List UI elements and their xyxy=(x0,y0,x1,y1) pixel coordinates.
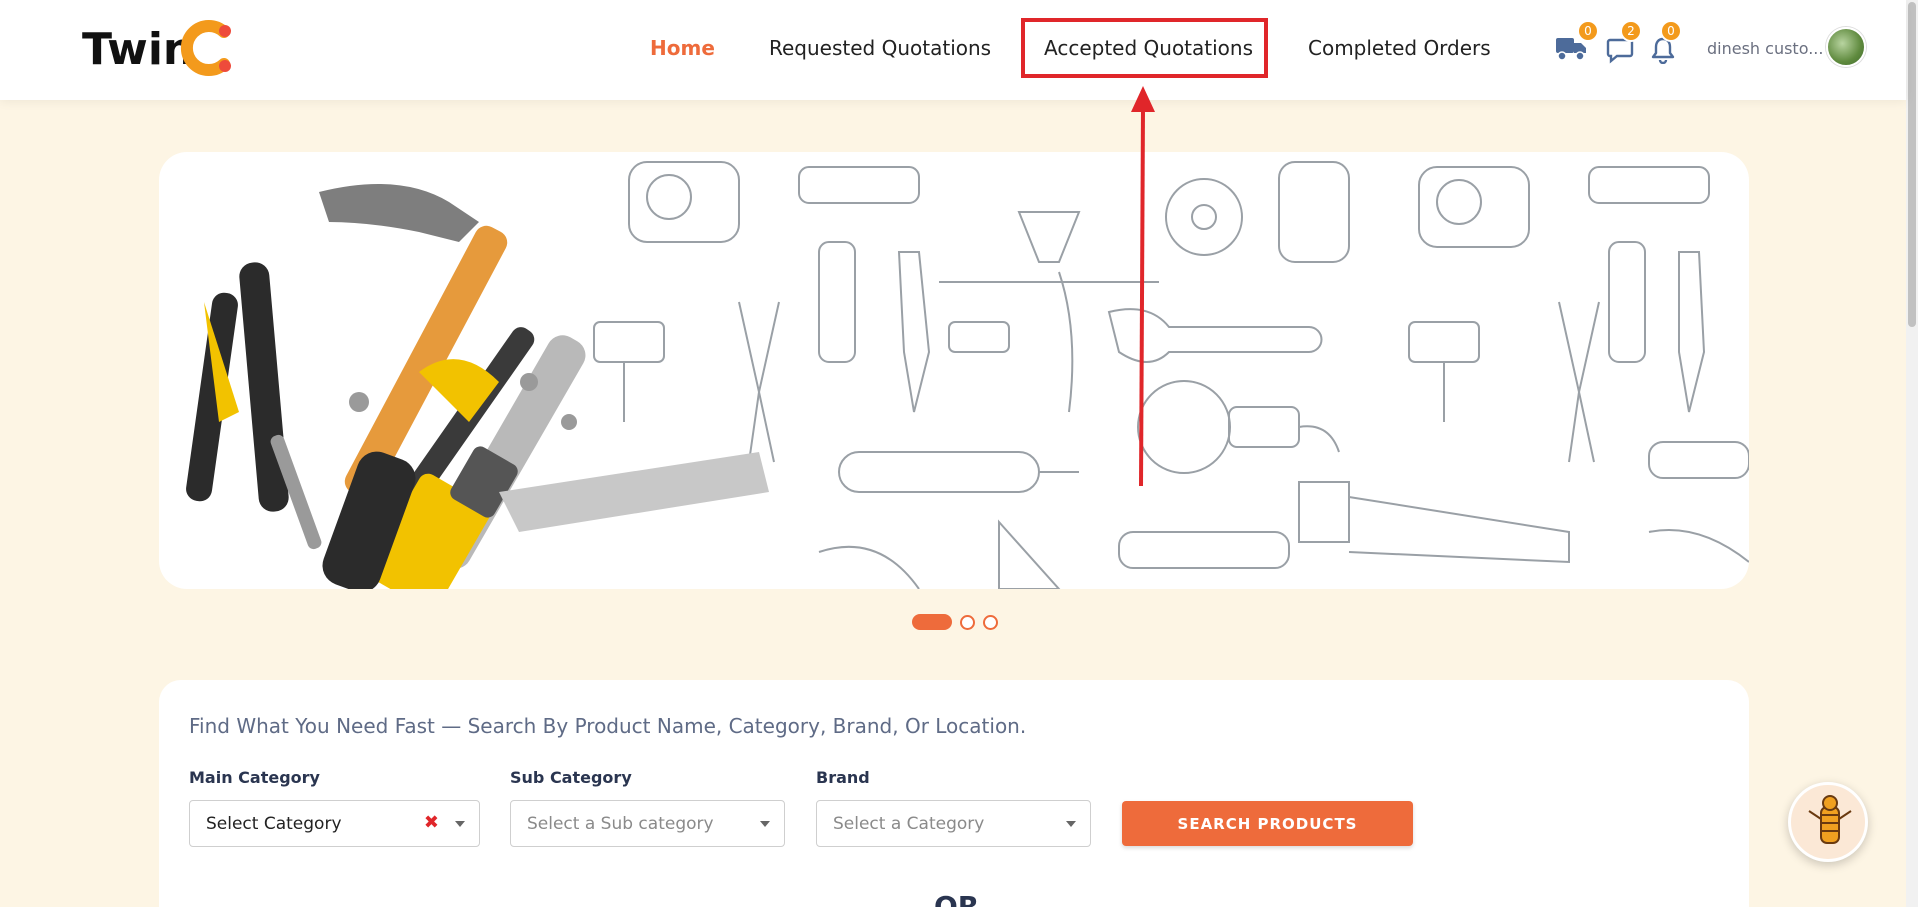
brand-select[interactable]: Select a Category xyxy=(816,800,1091,847)
sub-category-label: Sub Category xyxy=(510,768,632,787)
carousel-dot-3[interactable] xyxy=(983,614,998,630)
top-header: Twin Home Requested Quotations Accepted … xyxy=(0,0,1906,100)
search-products-button[interactable]: SEARCH PRODUCTS xyxy=(1122,801,1413,846)
svg-text:Twin: Twin xyxy=(82,24,194,75)
main-category-select[interactable]: Select Category ✖ xyxy=(189,800,480,847)
sub-category-placeholder: Select a Sub category xyxy=(527,813,714,834)
brand-label: Brand xyxy=(816,768,870,787)
user-name[interactable]: dinesh custo... xyxy=(1707,39,1823,58)
chat-badge: 2 xyxy=(1620,20,1642,42)
chatbot-mascot-icon[interactable] xyxy=(1788,782,1868,862)
hero-banner xyxy=(159,152,1749,589)
twinc-logo[interactable]: Twin xyxy=(82,18,234,78)
chevron-down-icon xyxy=(1066,821,1076,827)
truck-badge: 0 xyxy=(1577,20,1599,42)
main-category-label: Main Category xyxy=(189,768,320,787)
carousel-dot-1[interactable] xyxy=(912,614,952,630)
chat-icon[interactable]: 2 xyxy=(1606,20,1642,68)
sub-category-select[interactable]: Select a Sub category xyxy=(510,800,785,847)
vertical-scrollbar[interactable] xyxy=(1906,0,1918,907)
nav-requested-quotations[interactable]: Requested Quotations xyxy=(769,36,991,60)
nav-completed-orders[interactable]: Completed Orders xyxy=(1308,36,1491,60)
highlight-box xyxy=(1021,18,1268,78)
chevron-down-icon xyxy=(760,821,770,827)
carousel-dot-2[interactable] xyxy=(960,614,975,630)
brand-placeholder: Select a Category xyxy=(833,813,985,834)
or-divider: OR xyxy=(934,890,980,907)
bell-badge: 0 xyxy=(1660,20,1682,42)
main-category-value: Select Category xyxy=(206,813,342,834)
chevron-down-icon xyxy=(455,821,465,827)
nav-home[interactable]: Home xyxy=(650,36,715,60)
carousel-indicators xyxy=(912,614,998,630)
clear-icon[interactable]: ✖ xyxy=(424,812,439,833)
scrollbar-thumb[interactable] xyxy=(1908,2,1916,327)
search-card: Find What You Need Fast — Search By Prod… xyxy=(159,680,1749,907)
truck-icon[interactable]: 0 xyxy=(1555,20,1599,66)
search-heading: Find What You Need Fast — Search By Prod… xyxy=(189,714,1027,738)
bell-icon[interactable]: 0 xyxy=(1650,20,1682,68)
tools-illustration xyxy=(186,161,1749,589)
avatar[interactable] xyxy=(1826,27,1866,67)
